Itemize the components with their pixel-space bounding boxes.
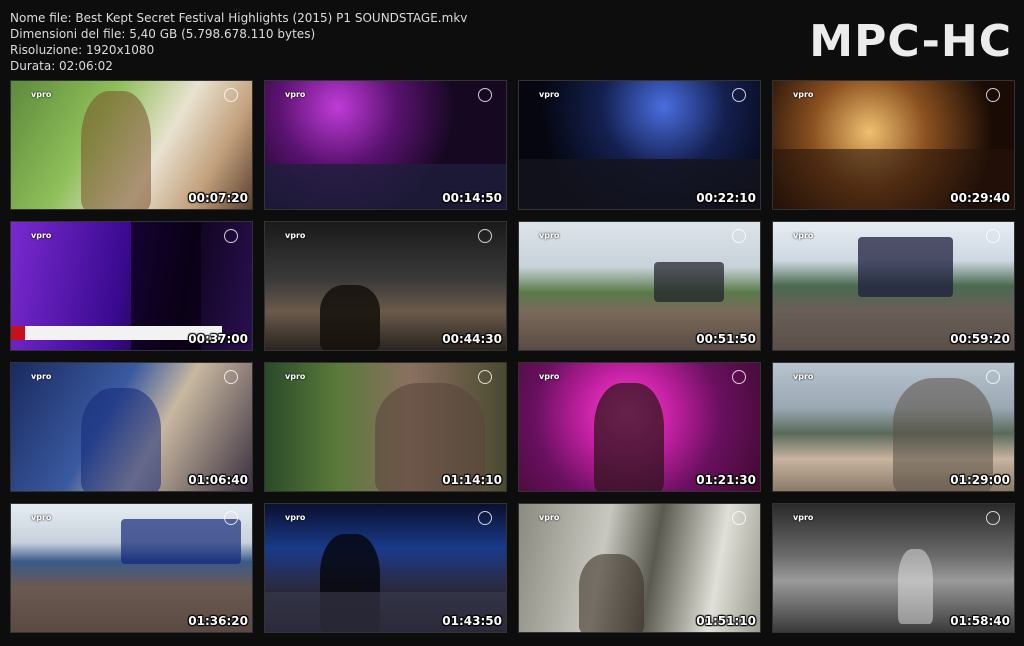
channel-logo: vpro [539, 231, 560, 240]
channel-3-icon [732, 88, 746, 102]
channel-logo: vpro [285, 231, 306, 240]
thumbnail-timestamp: 00:22:10 [696, 191, 756, 205]
thumbnail-image [654, 262, 724, 302]
channel-logo: vpro [31, 513, 52, 522]
thumbnail[interactable]: vpro 01:14:10 [264, 362, 507, 492]
channel-logo: vpro [31, 90, 52, 99]
thumbnail[interactable]: vpro 00:22:10 [518, 80, 761, 210]
file-name: Nome file: Best Kept Secret Festival Hig… [10, 11, 468, 25]
thumbnail-timestamp: 00:29:40 [950, 191, 1010, 205]
channel-3-icon [478, 88, 492, 102]
thumbnail[interactable]: vpro 00:44:30 [264, 221, 507, 351]
thumbnail[interactable]: vpro 00:29:40 [772, 80, 1015, 210]
channel-logo: vpro [31, 231, 52, 240]
file-size: Dimensioni del file: 5,40 GB (5.798.678.… [10, 27, 316, 41]
channel-3-icon [224, 88, 238, 102]
thumbnail-timestamp: 01:58:40 [950, 614, 1010, 628]
thumbnail-timestamp: 00:14:50 [442, 191, 502, 205]
thumbnail-image [81, 91, 151, 209]
thumbnail[interactable]: vpro 00:51:50 [518, 221, 761, 351]
channel-3-icon [224, 511, 238, 525]
thumbnail-image [320, 285, 380, 350]
thumbnail-timestamp: 01:51:10 [696, 614, 756, 628]
thumbnail[interactable]: vpro 00:14:50 [264, 80, 507, 210]
channel-logo: vpro [285, 513, 306, 522]
app-logo: MPC-HC [809, 16, 1012, 67]
channel-3-icon [224, 370, 238, 384]
channel-3-icon [224, 229, 238, 243]
thumbnail-image [121, 519, 241, 564]
channel-3-icon [478, 370, 492, 384]
thumbnail-image [858, 237, 953, 297]
channel-logo: vpro [539, 513, 560, 522]
channel-logo: vpro [793, 231, 814, 240]
channel-3-icon [986, 511, 1000, 525]
channel-3-icon [986, 370, 1000, 384]
thumbnail-timestamp: 00:37:00 [188, 332, 248, 346]
thumbnail-timestamp: 01:36:20 [188, 614, 248, 628]
channel-logo: vpro [539, 372, 560, 381]
thumbnail[interactable]: vpro 01:29:00 [772, 362, 1015, 492]
thumbnail[interactable]: vpro 01:58:40 [772, 503, 1015, 633]
thumbnail[interactable]: vpro 00:59:20 [772, 221, 1015, 351]
channel-3-icon [732, 229, 746, 243]
thumbnail[interactable]: vpro 01:51:10 [518, 503, 761, 633]
thumbnail-image [579, 554, 644, 632]
channel-3-icon [732, 511, 746, 525]
thumbnail-grid: vpro 00:07:20 vpro 00:14:50 vpro 00:22:1… [10, 80, 1015, 640]
thumbnail[interactable]: vpro 01:06:40 [10, 362, 253, 492]
thumbnail-timestamp: 00:07:20 [188, 191, 248, 205]
file-info: Nome file: Best Kept Secret Festival Hig… [10, 10, 467, 74]
channel-3-icon [986, 88, 1000, 102]
thumbnail-timestamp: 00:51:50 [696, 332, 756, 346]
channel-logo: vpro [793, 372, 814, 381]
channel-logo: vpro [793, 513, 814, 522]
thumbnail-image [594, 383, 664, 491]
thumbnail-timestamp: 00:44:30 [442, 332, 502, 346]
thumbnail-image [898, 549, 933, 624]
thumbnail-timestamp: 01:21:30 [696, 473, 756, 487]
channel-3-icon [732, 370, 746, 384]
channel-3-icon [478, 511, 492, 525]
channel-logo: vpro [285, 90, 306, 99]
thumbnail[interactable]: vpro 00:07:20 [10, 80, 253, 210]
thumbnail-timestamp: 01:29:00 [950, 473, 1010, 487]
file-resolution: Risoluzione: 1920x1080 [10, 43, 155, 57]
thumbnail-image [81, 388, 161, 491]
thumbnail[interactable]: vpro 01:43:50 [264, 503, 507, 633]
thumbnail-timestamp: 00:59:20 [950, 332, 1010, 346]
channel-3-icon [986, 229, 1000, 243]
channel-3-icon [478, 229, 492, 243]
thumbnail[interactable]: vpro 01:36:20 [10, 503, 253, 633]
channel-logo: vpro [793, 90, 814, 99]
thumbnail-timestamp: 01:43:50 [442, 614, 502, 628]
channel-logo: vpro [285, 372, 306, 381]
thumbnail-timestamp: 01:06:40 [188, 473, 248, 487]
channel-logo: vpro [31, 372, 52, 381]
thumbnail[interactable]: vpro 01:21:30 [518, 362, 761, 492]
thumbnail-timestamp: 01:14:10 [442, 473, 502, 487]
thumbnail[interactable]: vpro 00:37:00 [10, 221, 253, 351]
file-duration: Durata: 02:06:02 [10, 59, 113, 73]
channel-logo: vpro [539, 90, 560, 99]
